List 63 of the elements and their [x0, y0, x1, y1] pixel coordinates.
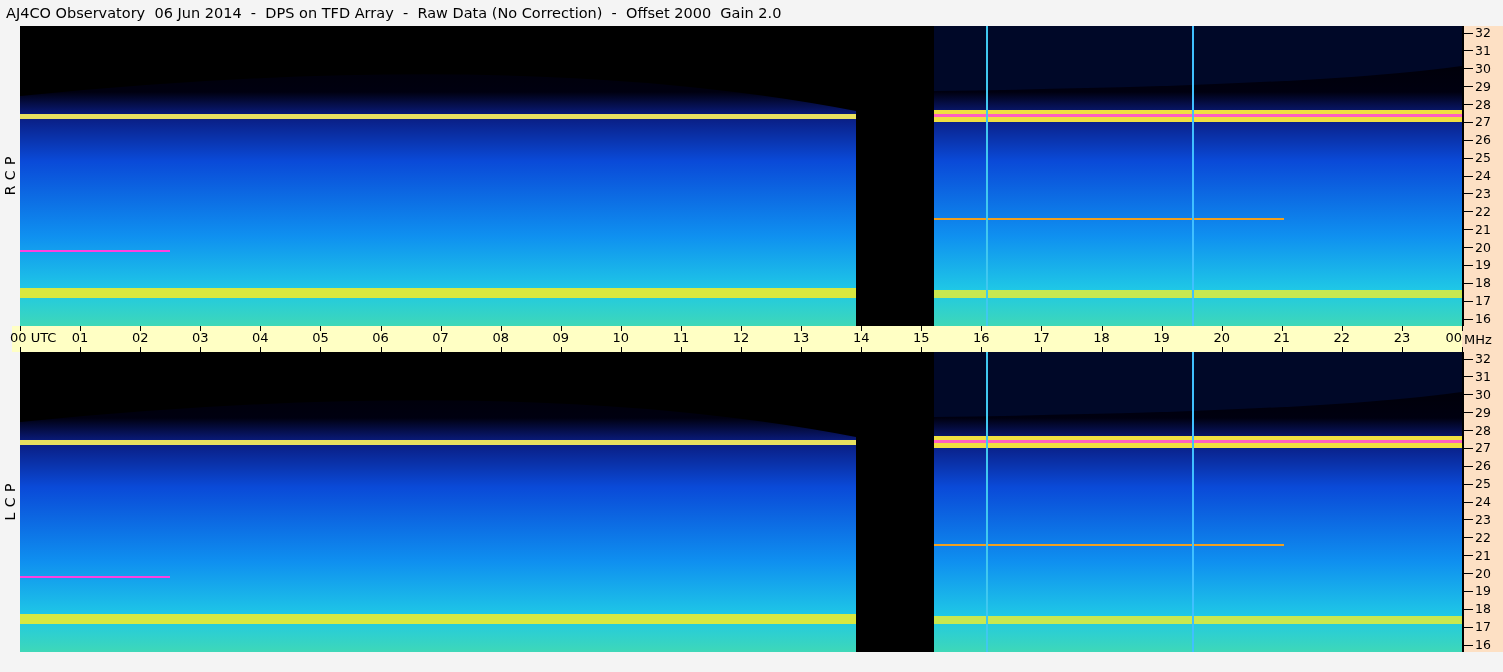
frequency-label: 17 [1475, 294, 1491, 309]
unit-label: MHz [1463, 331, 1492, 347]
frequency-label: 21 [1475, 222, 1491, 237]
time-label: 05 [312, 330, 329, 346]
time-label: 11 [672, 330, 690, 346]
frequency-label: 29 [1475, 79, 1491, 94]
time-label: 00 [1445, 330, 1462, 346]
frequency-label: 31 [1475, 369, 1491, 384]
time-label: 07 [432, 330, 449, 346]
time-label: 18 [1093, 330, 1110, 346]
frequency-label: 20 [1475, 566, 1491, 581]
frequency-label: 31 [1475, 43, 1491, 58]
frequency-label: 27 [1475, 441, 1491, 456]
frequency-label: 30 [1475, 61, 1491, 76]
frequency-label: 19 [1475, 258, 1491, 273]
time-label: 22 [1333, 330, 1351, 346]
frequency-label: 27 [1475, 115, 1491, 130]
frequency-label: 21 [1475, 548, 1491, 563]
time-label: 10 [612, 330, 630, 346]
time-label: 20 [1213, 330, 1230, 346]
frequency-label: 23 [1475, 512, 1491, 527]
frequency-label: 29 [1475, 405, 1491, 420]
frequency-label: 22 [1475, 204, 1491, 219]
frequency-label: 25 [1475, 477, 1491, 492]
time-label: 21 [1273, 330, 1290, 346]
frequency-label: 24 [1475, 495, 1491, 509]
time-label: 02 [131, 330, 149, 346]
polarization-label: L C P [2, 483, 18, 521]
frequency-label: 26 [1475, 133, 1491, 148]
frequency-label: 24 [1475, 169, 1491, 183]
frequency-label: 23 [1475, 186, 1491, 201]
frequency-label: 22 [1475, 530, 1491, 545]
time-label: 13 [792, 330, 810, 346]
time-label: 00 UTC [10, 330, 57, 346]
frequency-label: 16 [1475, 312, 1491, 326]
time-label: 16 [973, 330, 990, 346]
frequency-label: 26 [1475, 459, 1491, 474]
time-label: 14 [852, 330, 870, 346]
time-label: 03 [192, 330, 209, 346]
frequency-label: 17 [1475, 620, 1491, 635]
time-label: 01 [71, 330, 89, 346]
frequency-label: 19 [1475, 584, 1491, 599]
window-title: AJ4CO Observatory 06 Jun 2014 - DPS on TFD Array - Raw Data (No Correction) - Offset 2000 Gain 2.0 [5, 4, 783, 23]
time-label: 04 [252, 330, 269, 346]
time-label: 17 [1033, 330, 1050, 346]
frequency-label: 16 [1475, 638, 1491, 652]
frequency-label: 25 [1475, 151, 1491, 166]
polarization-label: R C P [2, 156, 18, 196]
time-label: 08 [492, 330, 509, 346]
frequency-label: 32 [1475, 352, 1491, 366]
frequency-label: 30 [1475, 387, 1491, 402]
frequency-label: 32 [1475, 26, 1491, 40]
time-label: 15 [913, 330, 930, 346]
time-label: 12 [732, 330, 750, 346]
time-label: 09 [552, 330, 569, 346]
frequency-label: 28 [1475, 97, 1491, 112]
frequency-label: 18 [1475, 276, 1491, 291]
time-label: 06 [372, 330, 389, 346]
time-label: 23 [1393, 330, 1411, 346]
frequency-label: 18 [1475, 602, 1491, 617]
time-label: 19 [1153, 330, 1170, 346]
frequency-label: 20 [1475, 240, 1491, 255]
frequency-label: 28 [1475, 423, 1491, 438]
